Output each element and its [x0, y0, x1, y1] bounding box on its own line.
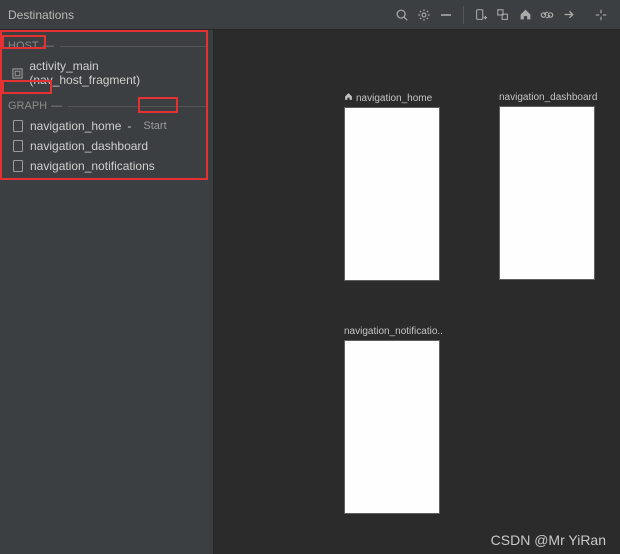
graph-item-label: navigation_notifications [30, 159, 155, 173]
thumb-label: navigation_home [356, 93, 432, 104]
link-icon[interactable] [536, 4, 558, 26]
thumb-notifications[interactable]: navigation_notificatio... [344, 326, 442, 514]
host-item-label: activity_main (nav_host_fragment) [29, 59, 203, 87]
graph-item-notifications[interactable]: navigation_notifications [6, 156, 207, 176]
fragment-icon [12, 67, 23, 79]
screen-icon [12, 140, 24, 152]
screen-icon [12, 120, 24, 132]
minimize-icon[interactable] [435, 4, 457, 26]
home-icon [344, 92, 353, 104]
host-item[interactable]: activity_main (nav_host_fragment) [6, 56, 207, 90]
graph-item-dashboard[interactable]: navigation_dashboard [6, 136, 207, 156]
gear-icon[interactable] [413, 4, 435, 26]
watermark: CSDN @Mr YiRan [491, 532, 606, 548]
toolbar-title: Destinations [8, 8, 74, 22]
thumb-label: navigation_notificatio... [344, 326, 442, 337]
thumb-frame [344, 340, 440, 514]
toolbar-separator [463, 6, 464, 24]
host-section-header: HOST — [8, 40, 207, 52]
thumb-dashboard[interactable]: navigation_dashboard [499, 92, 597, 280]
graph-item-label: navigation_dashboard [30, 139, 148, 153]
screen-icon [12, 160, 24, 172]
nested-graph-icon[interactable] [492, 4, 514, 26]
thumb-frame [344, 107, 440, 281]
search-icon[interactable] [391, 4, 413, 26]
graph-item-home[interactable]: navigation_home - Start [6, 116, 207, 136]
add-destination-icon[interactable] [470, 4, 492, 26]
start-badge: Start [141, 120, 168, 132]
nav-graph-canvas[interactable]: navigation_home navigation_dashboard nav… [214, 30, 620, 554]
graph-section-header: GRAPH — [8, 100, 207, 112]
home-icon[interactable] [514, 4, 536, 26]
auto-arrange-icon[interactable] [590, 4, 612, 26]
thumb-home[interactable]: navigation_home [344, 92, 442, 281]
graph-item-label: navigation_home [30, 119, 121, 133]
thumb-label: navigation_dashboard [499, 92, 597, 103]
thumb-frame [499, 106, 595, 280]
toolbar: Destinations [0, 0, 620, 30]
destinations-panel: HOST — activity_main (nav_host_fragment)… [0, 30, 214, 554]
arrow-right-icon[interactable] [558, 4, 580, 26]
